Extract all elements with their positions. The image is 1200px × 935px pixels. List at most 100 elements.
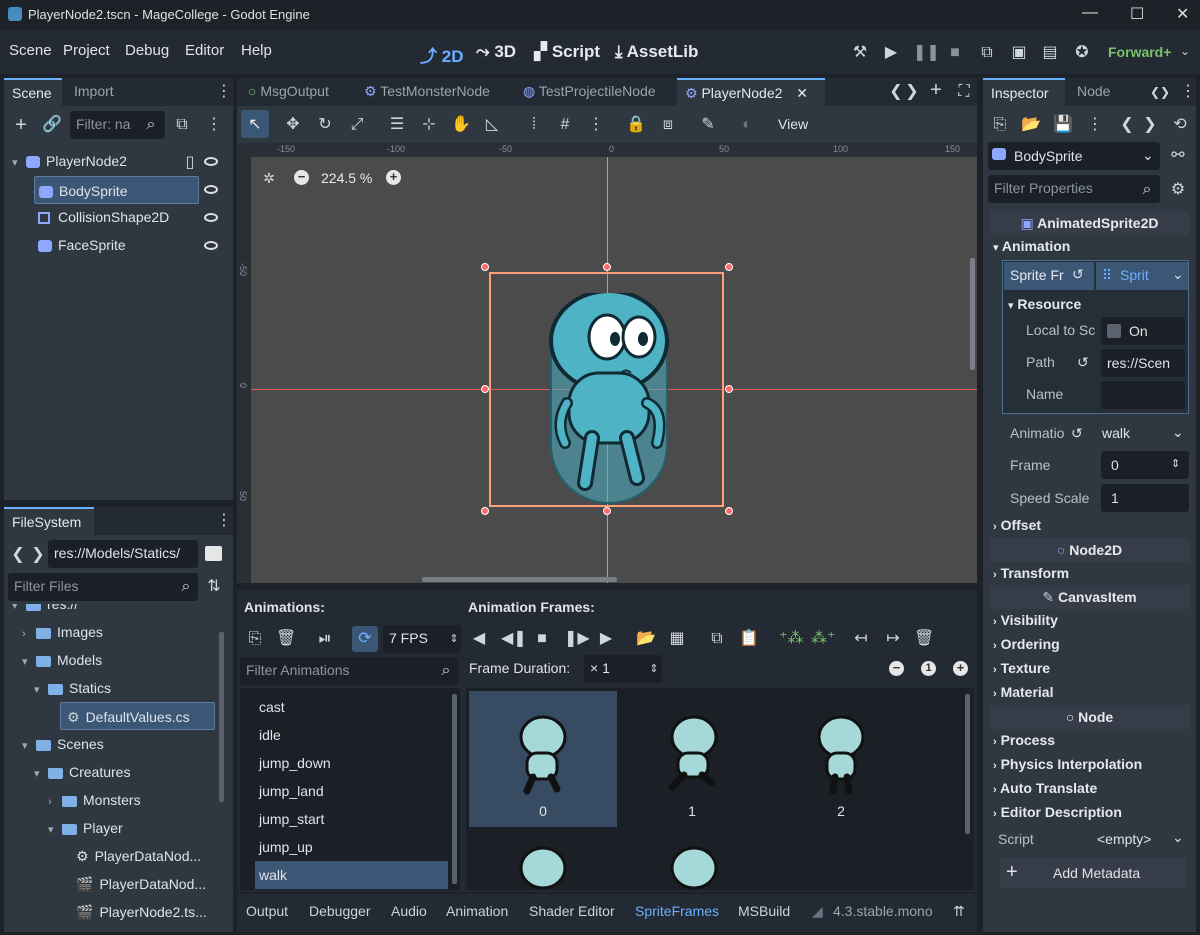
history-back-icon[interactable]: ❮❯ bbox=[1150, 83, 1170, 101]
resize-handle[interactable] bbox=[481, 263, 489, 271]
resize-handle[interactable] bbox=[725, 263, 733, 271]
scene-tab-msgoutput[interactable]: ○ MsgOutput bbox=[240, 78, 337, 106]
visibility-eye-icon[interactable] bbox=[204, 157, 218, 166]
insert-before-icon[interactable]: ⁺⁂ bbox=[779, 630, 803, 648]
camera-override-icon[interactable]: ◐ bbox=[737, 116, 757, 134]
snap-options-icon[interactable]: ⋮ bbox=[586, 116, 606, 134]
file-tree-item[interactable]: › Monsters bbox=[48, 786, 141, 814]
save-resource-icon[interactable]: 💾 bbox=[1053, 116, 1073, 134]
play-backward-start-icon[interactable]: ◀ bbox=[469, 630, 489, 648]
resize-handle[interactable] bbox=[725, 507, 733, 515]
lock-icon[interactable]: 🔒 bbox=[626, 116, 646, 134]
close-tab-icon[interactable]: ✕ bbox=[796, 85, 808, 101]
center-view-icon[interactable]: ✲ bbox=[259, 169, 279, 187]
copy-icon[interactable]: ⧉ bbox=[707, 630, 727, 648]
zoom-level[interactable]: 224.5 % bbox=[321, 170, 372, 186]
bone-icon[interactable]: ✎ bbox=[698, 116, 718, 134]
animation-item[interactable]: jump_start bbox=[255, 805, 448, 833]
file-tree-item[interactable]: ▾ res:// bbox=[12, 604, 78, 618]
path-field[interactable]: res://Models/Statics/ bbox=[48, 540, 198, 568]
category-physics-interpolation[interactable]: › Physics Interpolation bbox=[993, 756, 1142, 772]
play-forward-icon[interactable]: ❚▶ bbox=[564, 630, 590, 648]
category-material[interactable]: › Material bbox=[993, 684, 1053, 700]
tree-node-facesprite[interactable]: FaceSprite bbox=[38, 231, 198, 259]
scene-tab-testmonsternode[interactable]: ⚙ TestMonsterNode bbox=[356, 78, 498, 106]
new-resource-icon[interactable]: ⎘ bbox=[990, 116, 1010, 134]
zoom-reset-icon[interactable]: 1 bbox=[921, 661, 936, 676]
stop-icon[interactable]: ■ bbox=[945, 44, 965, 62]
sprite-frames-resource[interactable]: ⠿ Sprit ⌄ bbox=[1096, 262, 1188, 290]
open-resource-icon[interactable]: 📂 bbox=[1021, 116, 1041, 134]
canvas-viewport[interactable]: -150 -100 -50 0 50 100 150 -50 0 50 ✲ − … bbox=[237, 143, 977, 583]
file-tree-item[interactable]: ▾ Scenes bbox=[22, 730, 104, 758]
delete-frame-icon[interactable]: 🗑 bbox=[914, 630, 934, 648]
path-field[interactable]: res://Scen bbox=[1101, 349, 1185, 377]
select-tool-icon[interactable]: ↖ bbox=[245, 116, 265, 134]
zoom-out-icon[interactable]: − bbox=[294, 170, 309, 185]
file-tree-item[interactable]: 🎬 PlayerDataNod... bbox=[76, 870, 206, 898]
file-tree-item[interactable]: ▾ Models bbox=[22, 646, 102, 674]
file-tree-item[interactable]: ⚙ PlayerDataNod... bbox=[76, 842, 201, 870]
category-transform[interactable]: › Transform bbox=[993, 565, 1069, 581]
name-field[interactable] bbox=[1101, 381, 1185, 409]
resize-handle[interactable] bbox=[481, 385, 489, 393]
back-icon[interactable]: ❮ bbox=[8, 546, 28, 564]
zoom-in-icon[interactable]: + bbox=[386, 170, 401, 185]
menu-debug[interactable]: Debug bbox=[125, 42, 169, 59]
move-left-icon[interactable]: ↤ bbox=[851, 630, 871, 648]
dock-menu-icon[interactable]: ⋮ bbox=[214, 512, 234, 530]
pivot-tool-icon[interactable]: ⊹ bbox=[419, 116, 439, 134]
remote-debug-icon[interactable]: ⚒ bbox=[850, 44, 870, 62]
local-to-scene-checkbox[interactable]: On bbox=[1101, 317, 1185, 345]
spinner-icon[interactable]: ⇕ bbox=[444, 630, 464, 648]
speed-scale-field[interactable]: 1 bbox=[1101, 484, 1189, 512]
zoom-in-icon[interactable]: + bbox=[953, 661, 968, 676]
ruler-tool-icon[interactable]: ◺ bbox=[482, 116, 502, 134]
visibility-eye-icon[interactable] bbox=[204, 241, 218, 250]
tab-scene[interactable]: Scene bbox=[4, 78, 62, 106]
history-icon[interactable]: ⟲ bbox=[1170, 116, 1190, 134]
filter-animations-input[interactable]: Filter Animations bbox=[240, 657, 458, 685]
expand-panel-icon[interactable]: ⇈ bbox=[953, 903, 965, 920]
play-remote-icon[interactable]: ⧉ bbox=[977, 44, 997, 62]
add-tab-icon[interactable]: + bbox=[926, 80, 946, 100]
bottom-tab-debugger[interactable]: Debugger bbox=[309, 903, 371, 919]
dock-menu-icon[interactable]: ⋮ bbox=[214, 83, 234, 101]
movie-maker-icon[interactable]: ✪ bbox=[1072, 44, 1092, 62]
resize-handle[interactable] bbox=[603, 507, 611, 515]
play-start-icon[interactable]: ▶ bbox=[596, 630, 616, 648]
tab-filesystem[interactable]: FileSystem bbox=[4, 507, 94, 535]
prev-object-icon[interactable]: ❮ bbox=[1117, 116, 1137, 134]
spritesheet-icon[interactable]: ▦ bbox=[667, 630, 687, 648]
category-resource[interactable]: ▾ Resource bbox=[1008, 296, 1081, 312]
viewport-h-scrollbar[interactable] bbox=[422, 577, 617, 582]
animation-item[interactable]: jump_land bbox=[255, 777, 448, 805]
scale-tool-icon[interactable]: ⤢ bbox=[347, 116, 367, 134]
animation-item[interactable]: jump_down bbox=[255, 749, 448, 777]
tab-inspector[interactable]: Inspector bbox=[983, 78, 1065, 106]
paste-icon[interactable]: 📋 bbox=[739, 630, 759, 648]
play-icon[interactable]: ▶ bbox=[881, 44, 901, 62]
resize-handle[interactable] bbox=[481, 507, 489, 515]
close-icon[interactable]: ✕ bbox=[1176, 4, 1189, 24]
visibility-eye-icon[interactable] bbox=[204, 213, 218, 222]
file-tree-item[interactable]: ▾ Creatures bbox=[34, 758, 130, 786]
filter-properties-input[interactable]: Filter Properties bbox=[988, 175, 1160, 203]
play-scene-icon[interactable]: ▣ bbox=[1009, 44, 1029, 62]
bottom-tab-animation[interactable]: Animation bbox=[446, 903, 508, 919]
loop-icon[interactable]: ⟳ bbox=[355, 630, 375, 648]
animation-item[interactable]: idle bbox=[255, 721, 448, 749]
minimize-icon[interactable]: — bbox=[1082, 4, 1098, 22]
object-selector[interactable]: BodySprite ⌄ bbox=[988, 142, 1160, 170]
script-value[interactable]: <empty> bbox=[1097, 831, 1151, 847]
autoplay-icon[interactable]: ⏯ bbox=[315, 630, 335, 648]
bottom-tab-shader-editor[interactable]: Shader Editor bbox=[529, 903, 615, 919]
view-menu[interactable]: View bbox=[778, 116, 808, 132]
delete-animation-icon[interactable]: 🗑 bbox=[276, 630, 296, 648]
tree-node-bodysprite[interactable]: BodySprite bbox=[34, 176, 199, 204]
menu-scene[interactable]: Scene bbox=[9, 42, 52, 59]
category-animation[interactable]: ▾ Animation bbox=[993, 238, 1070, 254]
resize-handle[interactable] bbox=[725, 385, 733, 393]
file-tree-item[interactable]: › Images bbox=[22, 618, 103, 646]
player-sprite[interactable] bbox=[547, 293, 687, 508]
